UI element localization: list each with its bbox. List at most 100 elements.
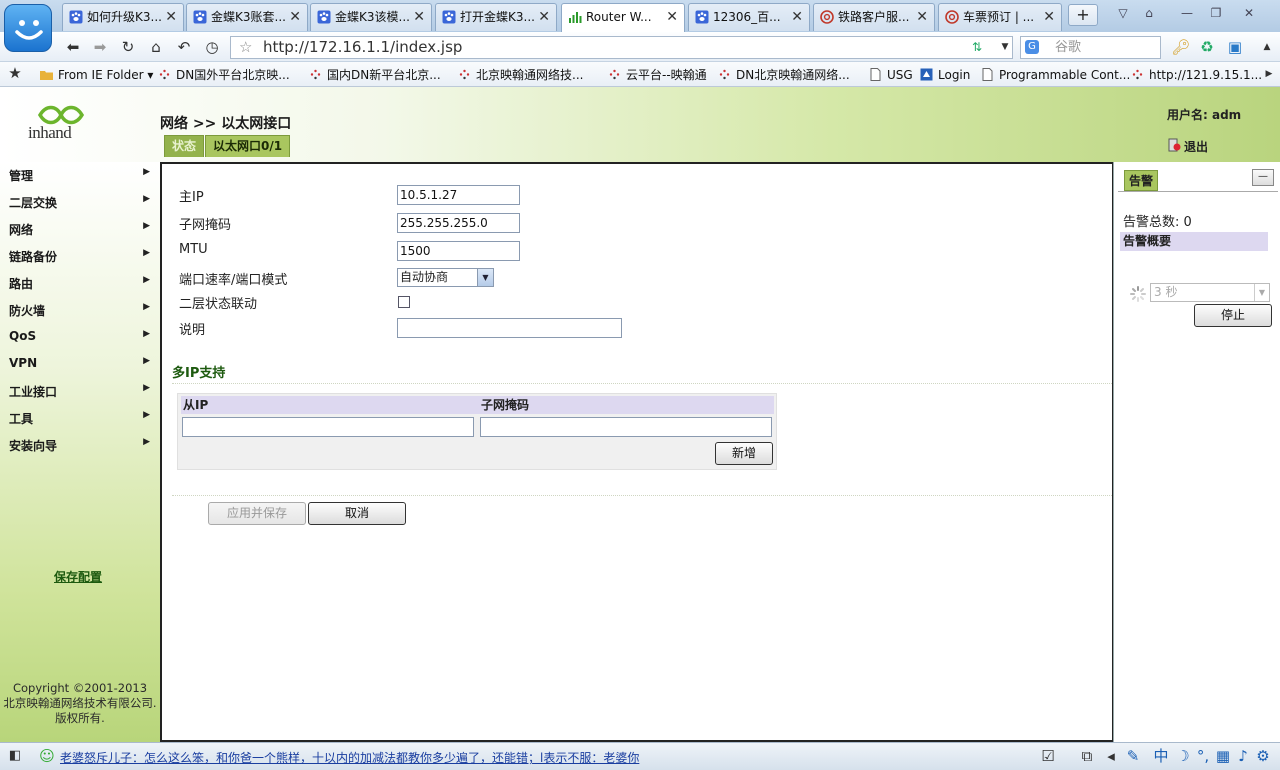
sidebar-item-qos[interactable]: QoS ▶: [9, 329, 154, 343]
tab-label: 金蝶K3账套...: [211, 10, 286, 24]
back-icon[interactable]: ⬅: [62, 37, 84, 57]
bookmark-item[interactable]: DN北京映翰通网络...: [718, 66, 850, 84]
close-icon[interactable]: ✕: [289, 4, 301, 30]
close-icon[interactable]: ✕: [413, 4, 425, 30]
sidebar-item-setup-wizard[interactable]: 安装向导 ▶: [9, 437, 154, 454]
secondary-netmask-input[interactable]: [480, 417, 772, 437]
keyboard-icon[interactable]: ▦: [1212, 746, 1234, 766]
stop-button[interactable]: 停止: [1194, 304, 1272, 327]
browser-tab-active[interactable]: Router W... ✕: [561, 3, 685, 32]
shirt-icon[interactable]: ⌂: [1138, 4, 1160, 22]
close-icon[interactable]: ✕: [1043, 4, 1055, 30]
tab-status[interactable]: 状态: [164, 135, 205, 157]
port-speed-select[interactable]: 自动协商 ▼: [397, 268, 494, 287]
sidebar-toggle-icon[interactable]: ◧: [4, 746, 26, 766]
refresh-interval-select[interactable]: 3 秒 ▼: [1150, 283, 1270, 302]
sidebar-item-routing[interactable]: 路由 ▶: [9, 275, 154, 292]
sidebar-item-vpn[interactable]: VPN ▶: [9, 356, 154, 370]
save-config-link[interactable]: 保存配置: [54, 568, 102, 585]
window-icon[interactable]: ⧉: [1076, 746, 1098, 766]
close-icon[interactable]: ✕: [666, 4, 678, 30]
bookmark-item[interactable]: From IE Folder ▾: [40, 66, 153, 84]
sidebar-item-tools[interactable]: 工具 ▶: [9, 410, 154, 427]
moon-icon[interactable]: ☽: [1172, 746, 1194, 766]
bookmark-item[interactable]: 国内DN新平台北京...: [309, 66, 441, 84]
mtu-label: MTU: [179, 242, 208, 257]
reload-icon[interactable]: ↻: [117, 37, 139, 57]
sidebar-item-l2-switch[interactable]: 二层交换 ▶: [9, 194, 154, 211]
forward-icon[interactable]: ➡: [89, 37, 111, 57]
scroll-up-icon[interactable]: ▲: [1256, 37, 1278, 57]
tab-ethernet-0-1[interactable]: 以太网口0/1: [205, 135, 291, 157]
close-icon[interactable]: ✕: [165, 4, 177, 30]
sidebar-item-network[interactable]: 网络 ▶: [9, 221, 154, 238]
scroll-right-icon[interactable]: ▶: [1258, 64, 1280, 84]
sidebar-item-industrial-interface[interactable]: 工业接口 ▶: [9, 383, 154, 400]
browser-tab[interactable]: 金蝶K3账套... ✕: [186, 3, 308, 31]
chinese-mode-icon[interactable]: 中: [1150, 746, 1172, 766]
primary-ip-input[interactable]: 10.5.1.27: [397, 185, 520, 205]
browser-tab[interactable]: 如何升级K3... ✕: [62, 3, 184, 31]
key-icon[interactable]: 🔑︎: [1170, 37, 1192, 57]
search-input[interactable]: G 谷歌: [1020, 36, 1161, 59]
browser-tab[interactable]: 铁路客户服... ✕: [813, 3, 935, 31]
mtu-input[interactable]: 1500: [397, 241, 520, 261]
menu-icon[interactable]: ▽: [1112, 4, 1134, 22]
bookmark-item[interactable]: DN国外平台北京映...: [158, 66, 290, 84]
gear-icon[interactable]: ⚙: [1252, 746, 1274, 766]
cancel-button[interactable]: 取消: [308, 502, 406, 525]
add-ip-button[interactable]: 新增: [715, 442, 773, 465]
minimize-icon[interactable]: —: [1176, 4, 1198, 22]
l2-link-checkbox[interactable]: [398, 296, 410, 308]
history-icon[interactable]: ◷: [201, 37, 223, 57]
close-icon[interactable]: ✕: [538, 4, 550, 30]
extension-icon[interactable]: ▣: [1224, 37, 1246, 57]
minimize-panel-icon[interactable]: —: [1252, 169, 1274, 186]
bookmark-item[interactable]: Login: [920, 66, 970, 84]
alarm-tab[interactable]: 告警: [1124, 170, 1159, 191]
compat-mode-icon[interactable]: ⇅: [966, 37, 988, 57]
punctuation-icon[interactable]: °,: [1192, 746, 1214, 766]
undo-icon[interactable]: ↶: [173, 37, 195, 57]
sidebar-item-firewall[interactable]: 防火墙 ▶: [9, 302, 154, 319]
bookmark-item[interactable]: 云平台--映翰通: [608, 66, 707, 84]
apply-save-button[interactable]: 应用并保存: [208, 502, 306, 525]
multi-ip-title: 多IP支持: [172, 366, 226, 381]
close-icon[interactable]: ✕: [916, 4, 928, 30]
status-news-text[interactable]: 老婆怒斥儿子：怎么这么笨，和你爸一个熊样，十以内的加减法都教你多少遍了，还能错；…: [60, 749, 639, 766]
netmask-input[interactable]: 255.255.255.0: [397, 213, 520, 233]
sidebar-item-link-backup[interactable]: 链路备份 ▶: [9, 248, 154, 265]
logout-link[interactable]: 退出: [1168, 138, 1208, 155]
bookmark-star-icon[interactable]: ★: [4, 63, 26, 83]
rail-icon: [945, 10, 959, 24]
maximize-icon[interactable]: ❐: [1205, 4, 1227, 22]
browser-tab[interactable]: 金蝶K3该模... ✕: [310, 3, 432, 31]
bookmark-item[interactable]: http://121.9.15.1...: [1131, 66, 1262, 84]
window-close-icon[interactable]: ✕: [1238, 4, 1260, 22]
new-tab-button[interactable]: +: [1068, 4, 1098, 26]
description-label: 说明: [179, 323, 206, 338]
paw-icon: [442, 10, 456, 24]
sidebar-item-management[interactable]: 管理 ▶: [9, 167, 154, 184]
address-bar[interactable]: ☆ http://172.16.1.1/index.jsp: [230, 36, 1013, 59]
description-input[interactable]: [397, 318, 622, 338]
browser-tab[interactable]: 打开金蝶K3... ✕: [435, 3, 557, 31]
secondary-ip-input[interactable]: [182, 417, 474, 437]
loading-icon: [609, 69, 620, 80]
star-icon[interactable]: ☆: [239, 37, 252, 58]
close-icon[interactable]: ✕: [791, 4, 803, 30]
page-title: 网络 >> 以太网接口: [160, 116, 292, 132]
input-method-icon[interactable]: ✎: [1122, 746, 1144, 766]
browser-tab[interactable]: 12306_百... ✕: [688, 3, 810, 31]
browser-tab[interactable]: 车票预订 | ... ✕: [938, 3, 1062, 31]
bookmark-item[interactable]: 北京映翰通网络技...: [458, 66, 583, 84]
address-dropdown-icon[interactable]: ▼: [994, 37, 1016, 57]
check-icon[interactable]: ☑: [1037, 746, 1059, 766]
login-icon: [920, 68, 933, 81]
bookmark-item[interactable]: USG: [869, 66, 913, 84]
home-icon[interactable]: ⌂: [145, 37, 167, 57]
bookmark-item[interactable]: Programmable Cont...: [981, 66, 1130, 84]
user-icon[interactable]: ♻: [1196, 37, 1218, 57]
speaker-icon[interactable]: ◂: [1100, 746, 1122, 766]
microphone-icon[interactable]: ♪: [1232, 746, 1254, 766]
